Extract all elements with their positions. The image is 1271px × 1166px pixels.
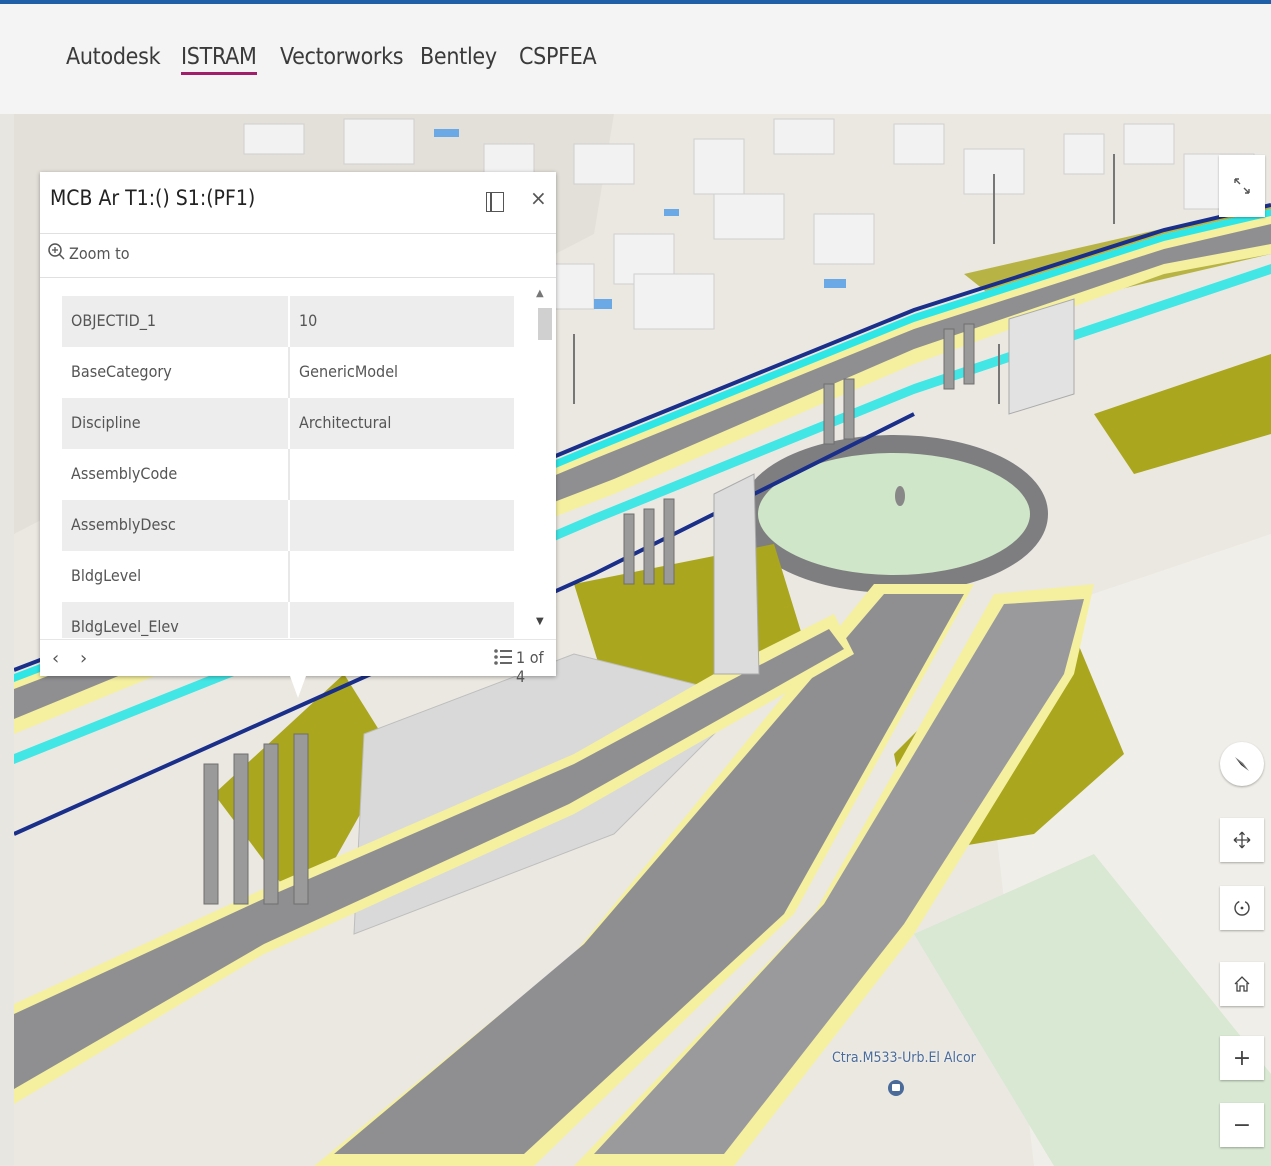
close-icon[interactable]: ×	[530, 186, 547, 210]
table-row: AssemblyCode	[62, 449, 514, 500]
zoom-out-button[interactable]: −	[1220, 1103, 1264, 1147]
table-row: Discipline Architectural	[62, 398, 514, 449]
attribute-key: Discipline	[71, 413, 141, 432]
next-feature-button[interactable]: ›	[80, 648, 87, 669]
table-row: OBJECTID_1 10	[62, 296, 514, 347]
zoom-to-action[interactable]: Zoom to	[40, 233, 556, 278]
compass-button[interactable]	[1220, 742, 1264, 786]
scroll-down-arrow-icon[interactable]: ▼	[536, 616, 544, 627]
zoom-to-label: Zoom to	[69, 244, 130, 263]
attribute-key: AssemblyCode	[71, 464, 178, 483]
home-button[interactable]	[1220, 962, 1264, 1006]
tab-bentley[interactable]: Bentley	[420, 44, 497, 70]
bus-stop-icon[interactable]	[888, 1080, 904, 1096]
dock-icon[interactable]	[486, 192, 504, 212]
attribute-table: OBJECTID_1 10 BaseCategory GenericModel …	[62, 296, 514, 638]
feature-list-icon[interactable]	[492, 646, 514, 670]
expand-icon	[1234, 178, 1250, 194]
page-count: 1 of 4	[516, 648, 544, 686]
popup-footer: ‹ › 1 of 4	[40, 639, 556, 686]
home-icon	[1234, 976, 1250, 992]
zoom-in-button[interactable]: +	[1220, 1036, 1264, 1080]
popup-pointer	[290, 676, 306, 698]
attribute-value: GenericModel	[299, 362, 399, 381]
previous-feature-button[interactable]: ‹	[52, 648, 59, 669]
attribute-value: 10	[299, 311, 318, 330]
tab-autodesk[interactable]: Autodesk	[66, 44, 161, 70]
attribute-value: Architectural	[299, 413, 392, 432]
column-divider	[288, 602, 290, 638]
attribute-key: BldgLevel_Elev	[71, 617, 179, 636]
feature-popup: MCB Ar T1:() S1:(PF1) × Zoom to OBJECTID…	[40, 172, 556, 686]
fullscreen-button[interactable]	[1219, 155, 1265, 217]
column-divider	[288, 449, 290, 500]
table-row: BldgLevel_Elev	[62, 602, 514, 638]
pan-move-icon	[1233, 831, 1251, 849]
pan-button[interactable]	[1220, 818, 1264, 862]
column-divider	[288, 398, 290, 449]
compass-icon	[1235, 757, 1249, 771]
tab-vectorworks[interactable]: Vectorworks	[280, 44, 404, 70]
column-divider	[288, 296, 290, 347]
rotate-icon	[1234, 900, 1250, 916]
attribute-key: BldgLevel	[71, 566, 142, 585]
table-row: BldgLevel	[62, 551, 514, 602]
zoom-in-magnifier-icon	[48, 243, 65, 260]
column-divider	[288, 347, 290, 398]
popup-title: MCB Ar T1:() S1:(PF1)	[50, 186, 256, 210]
column-divider	[288, 500, 290, 551]
attribute-key: BaseCategory	[71, 362, 172, 381]
attribute-key: OBJECTID_1	[71, 311, 157, 330]
scroll-up-arrow-icon[interactable]: ▲	[536, 288, 544, 299]
scrollbar[interactable]: ▲ ▼	[536, 288, 552, 632]
rotate-button[interactable]	[1220, 886, 1264, 930]
column-divider	[288, 551, 290, 602]
scrollbar-thumb[interactable]	[538, 308, 552, 340]
tab-bar: Autodesk ISTRAM Vectorworks Bentley CSPF…	[0, 4, 1271, 114]
table-row: AssemblyDesc	[62, 500, 514, 551]
attribute-key: AssemblyDesc	[71, 515, 176, 534]
table-row: BaseCategory GenericModel	[62, 347, 514, 398]
bus-stop-label: Ctra.M533-Urb.El Alcor	[832, 1050, 976, 1066]
tab-cspfea[interactable]: CSPFEA	[519, 44, 597, 70]
tab-istram[interactable]: ISTRAM	[181, 44, 257, 75]
